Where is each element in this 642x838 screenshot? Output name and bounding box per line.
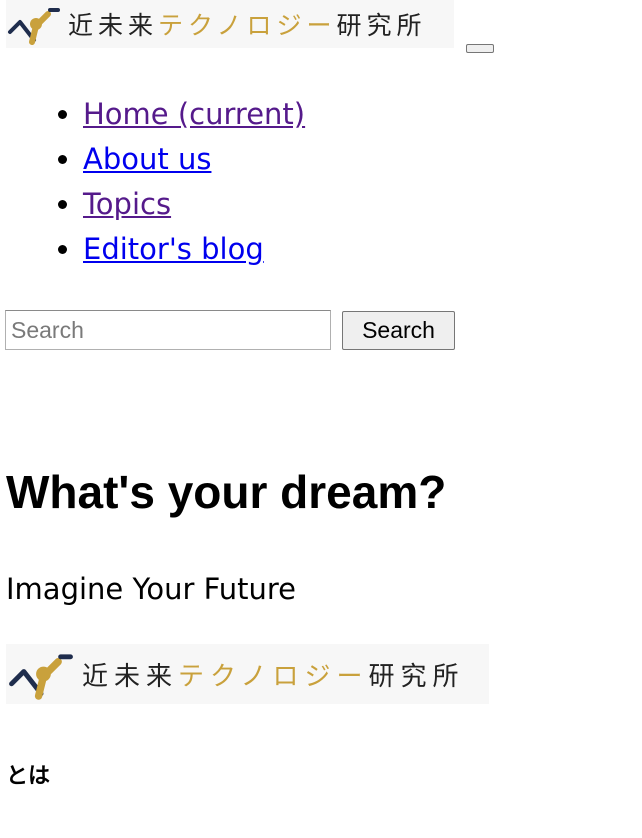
nav-link-about[interactable]: About us	[83, 142, 211, 176]
main-nav: Home (current) About us Topics Editor's …	[0, 92, 305, 272]
nav-item-home: Home (current)	[83, 92, 305, 137]
nav-item-blog: Editor's blog	[83, 227, 305, 272]
content-logo: 近未来 テクノロジー 研究所	[6, 644, 489, 704]
nav-item-topics: Topics	[83, 182, 305, 227]
nav-link-blog[interactable]: Editor's blog	[83, 232, 264, 266]
logo-text-kinmirai: 近未来	[68, 11, 159, 40]
logo-text-technology: テクノロジー	[178, 661, 369, 692]
logo-mark-icon	[8, 8, 60, 45]
logo-text-kinmirai: 近未来	[82, 661, 179, 692]
search-input[interactable]	[5, 310, 331, 350]
logo-text-technology: テクノロジー	[158, 11, 337, 40]
search-button[interactable]: Search	[342, 311, 455, 350]
logo-mark-icon	[9, 654, 73, 700]
site-logo[interactable]: 近未来 テクノロジー 研究所	[6, 0, 454, 48]
hero-headline: What's your dream?	[6, 466, 447, 518]
nav-link-topics[interactable]: Topics	[83, 187, 171, 221]
nav-item-about: About us	[83, 137, 305, 182]
hero-lead: Imagine Your Future	[6, 572, 296, 606]
about-heading: とは	[6, 764, 51, 789]
logo-text-kenkyusho: 研究所	[336, 11, 427, 40]
nav-link-home[interactable]: Home (current)	[83, 97, 305, 131]
logo-text-kenkyusho: 研究所	[368, 661, 465, 692]
navbar-toggle-button[interactable]	[466, 44, 494, 53]
